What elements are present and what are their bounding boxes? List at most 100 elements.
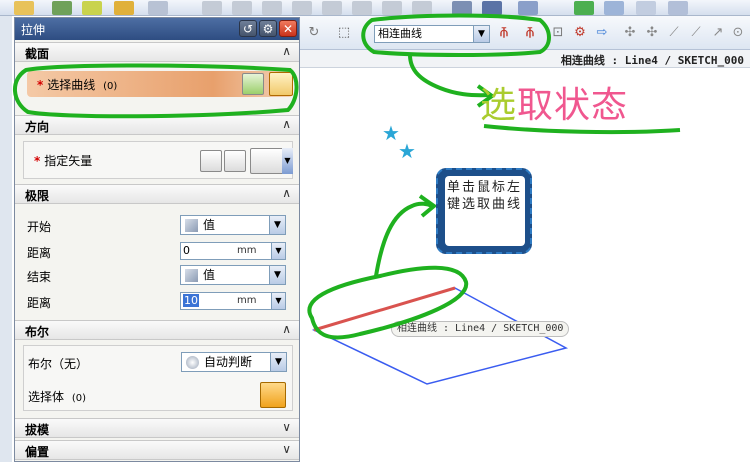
block-icon[interactable]: [114, 1, 134, 15]
section-boolean-header[interactable]: 布尔 ∧: [15, 320, 299, 340]
end-distance-input[interactable]: 10 mm ▼: [180, 292, 286, 310]
chevron-down-icon[interactable]: ▼: [473, 26, 489, 42]
open-icon[interactable]: [14, 1, 34, 15]
chevron-up-icon[interactable]: ∧: [282, 186, 291, 200]
pencil-icon[interactable]: [82, 1, 102, 15]
render-icon[interactable]: [518, 1, 538, 15]
start-label: 开始: [27, 220, 52, 234]
chevron-up-icon[interactable]: ∧: [282, 322, 291, 336]
section-offset-label: 偏置: [25, 445, 50, 459]
sheet-icon[interactable]: [636, 1, 656, 15]
snap-icon-4[interactable]: ⟋: [688, 25, 704, 41]
select-curve-row[interactable]: * 选择曲线 (0): [27, 71, 293, 97]
arrow-right-icon[interactable]: ⇨: [594, 25, 610, 41]
shape-icon-4[interactable]: [292, 1, 312, 15]
direction-box: * 指定矢量 ▼: [23, 141, 293, 179]
chevron-down-icon[interactable]: ▼: [269, 266, 285, 284]
layer-icon[interactable]: [452, 1, 472, 15]
dialog-title-bar[interactable]: 拉伸 ↺ ⚙ ✕: [15, 18, 299, 40]
selection-tooltip: 相连曲线 : Line4 / SKETCH_000: [391, 321, 570, 337]
intersection-icon[interactable]: ⫚: [496, 25, 512, 41]
end-distance-label: 距离: [27, 296, 52, 310]
vector-dialog-icon[interactable]: [224, 150, 246, 172]
section-draft-label: 拔模: [25, 423, 50, 437]
callout-text: 选取状态: [480, 76, 628, 128]
snap-icon-6[interactable]: ⊙: [730, 25, 746, 41]
end-distance-value: 10: [183, 294, 199, 307]
start-type-select[interactable]: 值 ▼: [180, 215, 286, 235]
start-distance-label: 距离: [27, 246, 52, 260]
section-offset-header[interactable]: 偏置 ∨: [15, 440, 299, 460]
end-distance-unit: mm: [237, 295, 257, 306]
refresh-icon[interactable]: ↻: [306, 25, 322, 41]
vector-text: 指定矢量: [44, 154, 93, 168]
main-toolbar: [0, 0, 750, 16]
reset-icon[interactable]: ↺: [239, 20, 257, 37]
section-limits-label: 极限: [25, 189, 50, 203]
shape-icon-6[interactable]: [352, 1, 372, 15]
chevron-up-icon[interactable]: ∧: [282, 117, 291, 131]
boolean-box: 布尔（无） 自动判断 ▼ 选择体 (0): [23, 345, 293, 411]
gear-select-icon[interactable]: ⚙: [572, 25, 588, 41]
chevron-down-icon[interactable]: ∨: [282, 442, 291, 456]
shape-icon-1[interactable]: [202, 1, 222, 15]
section-boolean-label: 布尔: [25, 325, 50, 339]
curve-select-icon[interactable]: [269, 72, 293, 96]
pen-icon[interactable]: [482, 1, 502, 15]
close-icon[interactable]: ✕: [279, 20, 297, 37]
section-limits-header[interactable]: 极限 ∧: [15, 184, 299, 204]
start-distance-value: 0: [183, 244, 190, 257]
chevron-down-icon[interactable]: ▼: [269, 216, 285, 234]
reverse-direction-icon[interactable]: [200, 150, 222, 172]
section-profile-header[interactable]: 截面 ∧: [15, 42, 299, 62]
chevron-down-icon[interactable]: ▼: [271, 243, 285, 259]
end-type-select[interactable]: 值 ▼: [180, 265, 286, 285]
end-type-value: 值: [203, 268, 216, 282]
status-bar: 相连曲线 : Line4 / SKETCH_000: [300, 50, 750, 68]
curve-rule-select[interactable]: 相连曲线 ▼: [374, 25, 490, 43]
required-marker: *: [37, 78, 44, 92]
chevron-down-icon[interactable]: ▼: [270, 353, 286, 371]
start-distance-input[interactable]: 0 mm ▼: [180, 242, 286, 260]
cube-view-icon[interactable]: [668, 1, 688, 15]
instruction-note-text: 单击鼠标左键选取曲线: [445, 176, 525, 246]
chevron-up-icon[interactable]: ∧: [282, 44, 291, 58]
select-body-text: 选择体: [28, 390, 65, 404]
required-marker: *: [34, 154, 41, 168]
shape-icon-2[interactable]: [232, 1, 252, 15]
section-boolean-body: 布尔（无） 自动判断 ▼ 选择体 (0): [15, 341, 299, 415]
gear-icon[interactable]: ⚙: [259, 20, 277, 37]
shape-icon-3[interactable]: [262, 1, 282, 15]
dialog-title: 拉伸: [21, 23, 46, 37]
section-direction-body: * 指定矢量 ▼: [15, 136, 299, 184]
instruction-note: 单击鼠标左键选取曲线: [436, 168, 532, 254]
select-body-count: (0): [71, 393, 87, 404]
section-limits-body: 开始 值 ▼ 距离 0 mm ▼ 结束 值 ▼ 距离 10 mm ▼: [15, 205, 299, 319]
snap-icon-2[interactable]: ✣: [644, 25, 660, 41]
sketch-section-icon[interactable]: [242, 73, 264, 95]
table-icon[interactable]: [604, 1, 624, 15]
check-icon[interactable]: [574, 1, 594, 15]
select-box-icon[interactable]: ⬚: [336, 25, 352, 41]
snap-icon-5[interactable]: ↗: [710, 25, 726, 41]
section-draft-header[interactable]: 拔模 ∨: [15, 418, 299, 438]
snap-icon-1[interactable]: ✣: [622, 25, 638, 41]
fit-icon[interactable]: ⊡: [550, 25, 566, 41]
calculator-icon[interactable]: [148, 1, 168, 15]
chevron-down-icon[interactable]: ▼: [271, 293, 285, 309]
chevron-down-icon[interactable]: ∨: [282, 420, 291, 434]
vector-type-icon[interactable]: [250, 148, 284, 174]
snap-icon-3[interactable]: ⟋: [666, 25, 682, 41]
cube-icon: [185, 219, 198, 232]
shape-icon-8[interactable]: [412, 1, 432, 15]
feature-icon[interactable]: [52, 1, 72, 15]
section-direction-header[interactable]: 方向 ∧: [15, 115, 299, 135]
solid-body-icon[interactable]: [260, 382, 286, 408]
shape-icon-5[interactable]: [322, 1, 342, 15]
shape-icon-7[interactable]: [382, 1, 402, 15]
select-curve-count: (0): [103, 81, 118, 92]
chevron-down-icon[interactable]: ▼: [282, 148, 293, 174]
curve-rule-icon[interactable]: ⫚: [522, 25, 538, 41]
boolean-label: 布尔（无）: [28, 357, 89, 371]
boolean-select[interactable]: 自动判断 ▼: [181, 352, 287, 372]
